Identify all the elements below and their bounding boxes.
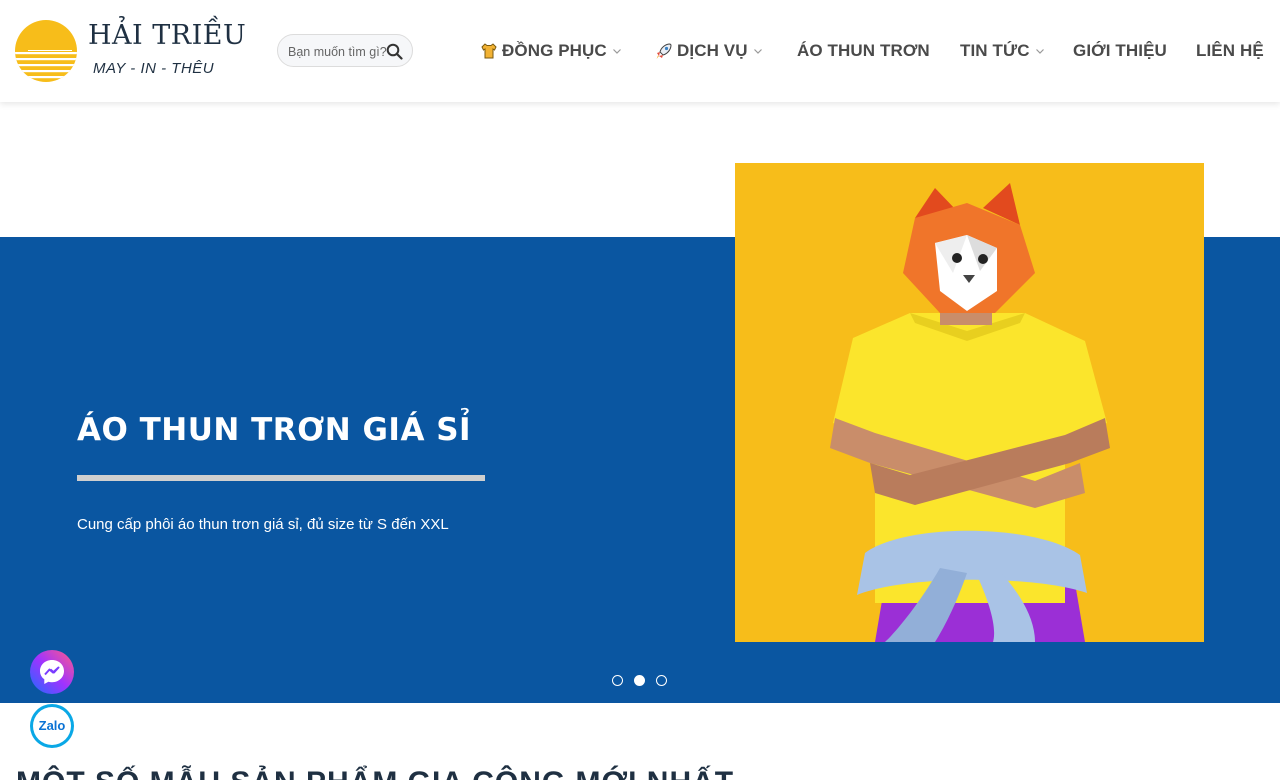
nav-item-dong-phuc[interactable]: ĐỒNG PHỤC	[479, 38, 622, 64]
hero-divider	[77, 475, 485, 481]
search-box	[277, 34, 413, 67]
search-button[interactable]	[386, 43, 403, 60]
rocket-emoji-icon	[656, 43, 672, 59]
slider-dot-1[interactable]	[612, 675, 623, 686]
site-logo[interactable]: HẢI TRIỀU MAY - IN - THÊU	[14, 18, 246, 84]
hero-title: ÁO THUN TRƠN GIÁ SỈ	[77, 412, 472, 448]
section-title: MỘT SỐ MẪU SẢN PHẨM GIA CÔNG MỚI NHẤT	[16, 766, 734, 780]
nav-item-ao-thun-tron[interactable]: ÁO THUN TRƠN	[797, 38, 930, 64]
hero-image	[735, 163, 1204, 642]
search-input[interactable]	[288, 43, 388, 60]
slider-pagination	[0, 675, 1280, 689]
shirt-emoji-icon	[481, 43, 497, 59]
chevron-down-icon	[1035, 49, 1044, 54]
nav-item-gioi-thieu[interactable]: GIỚI THIỆU	[1073, 38, 1167, 64]
nav-label: LIÊN HỆ	[1196, 41, 1264, 60]
cat-mask-model-illustration	[735, 163, 1204, 642]
slider-dot-2[interactable]	[634, 675, 645, 686]
brand-name: HẢI TRIỀU	[88, 20, 247, 51]
brand-tagline: MAY - IN - THÊU	[93, 60, 215, 77]
nav-item-tin-tuc[interactable]: TIN TỨC	[960, 38, 1045, 64]
messenger-icon	[30, 650, 74, 694]
nav-label: DỊCH VỤ	[677, 41, 748, 60]
nav-item-dich-vu[interactable]: DỊCH VỤ	[654, 38, 763, 64]
nav-item-lien-he[interactable]: LIÊN HỆ	[1196, 38, 1264, 64]
zalo-label: Zalo	[38, 718, 66, 733]
nav-label: ĐỒNG PHỤC	[502, 41, 607, 60]
site-header: HẢI TRIỀU MAY - IN - THÊU ĐỒNG PHỤC	[0, 0, 1280, 102]
chevron-down-icon	[612, 49, 621, 54]
search-icon	[386, 43, 403, 60]
hero-slider[interactable]: ÁO THUN TRƠN GIÁ SỈ Cung cấp phôi áo thu…	[0, 102, 1280, 703]
slider-dot-3[interactable]	[656, 675, 667, 686]
sun-logo-icon	[15, 20, 77, 82]
nav-label: ÁO THUN TRƠN	[797, 41, 930, 60]
hero-subtitle: Cung cấp phôi áo thun trơn giá sỉ, đủ si…	[77, 516, 449, 533]
zalo-chat-button[interactable]: Zalo	[30, 704, 74, 748]
nav-label: GIỚI THIỆU	[1073, 41, 1167, 60]
nav-label: TIN TỨC	[960, 41, 1030, 60]
messenger-chat-button[interactable]	[30, 650, 74, 694]
chevron-down-icon	[753, 49, 762, 54]
